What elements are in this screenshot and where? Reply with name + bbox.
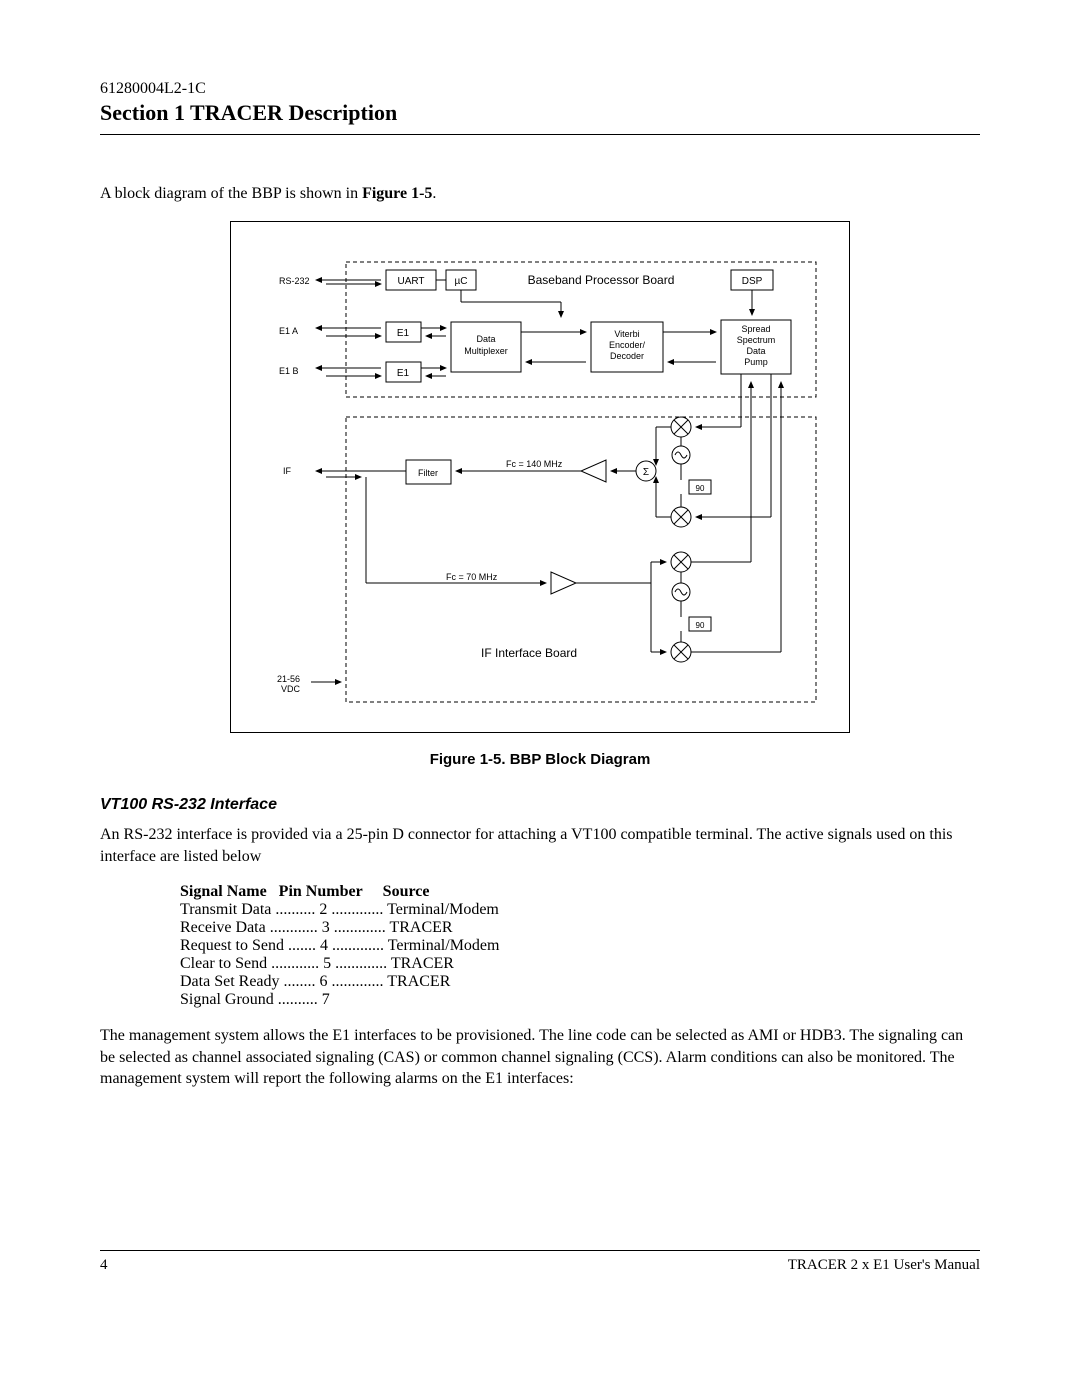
sigma-label: Σ <box>643 467 649 478</box>
viterbi-1: Viterbi <box>614 329 639 339</box>
spread-1: Spread <box>741 324 770 334</box>
signal-source: Terminal/Modem <box>387 901 499 918</box>
figure-caption: Figure 1-5. BBP Block Diagram <box>100 751 980 768</box>
section-title: Section 1 TRACER Description <box>100 100 980 126</box>
table-row: Transmit Data .......... 2 .............… <box>180 901 980 919</box>
mixer-icon-4 <box>671 642 691 662</box>
table-row: Signal Ground .......... 7 <box>180 991 980 1009</box>
header-rule <box>100 134 980 135</box>
mgmt-para: The management system allows the E1 inte… <box>100 1025 980 1090</box>
signal-name: Signal Ground <box>180 991 274 1008</box>
fc140-label: Fc = 140 MHz <box>506 459 563 469</box>
signal-name: Data Set Ready <box>180 973 280 990</box>
signal-name: Receive Data <box>180 919 266 936</box>
manual-name: TRACER 2 x E1 User's Manual <box>788 1257 980 1274</box>
spread-2: Spectrum <box>737 335 776 345</box>
if-board-label: IF Interface Board <box>481 646 577 660</box>
filter-label: Filter <box>418 468 438 478</box>
signal-name: Request to Send <box>180 937 284 954</box>
vt100-para: An RS-232 interface is provided via a 25… <box>100 824 980 867</box>
spread-3: Data <box>746 346 765 356</box>
e1a-label: E1 A <box>279 326 298 336</box>
vt100-heading: VT100 RS-232 Interface <box>100 796 980 814</box>
spread-4: Pump <box>744 357 768 367</box>
signal-pin: 7 <box>322 991 330 1008</box>
page-number: 4 <box>100 1257 108 1274</box>
signal-pin: 5 <box>323 955 331 972</box>
signal-source: TRACER <box>387 973 450 990</box>
mixer-icon <box>671 417 691 437</box>
if-label: IF <box>283 466 292 476</box>
table-row: Clear to Send ............ 5 ...........… <box>180 955 980 973</box>
signal-source: TRACER <box>391 955 454 972</box>
signal-pin: 3 <box>322 919 330 936</box>
fc70-label: Fc = 70 MHz <box>446 572 498 582</box>
signal-source: TRACER <box>389 919 452 936</box>
table-row: Data Set Ready ........ 6 ............. … <box>180 973 980 991</box>
intro-suffix: . <box>432 185 436 202</box>
signal-pin: 2 <box>319 901 327 918</box>
figure-ref: Figure 1-5 <box>362 185 432 202</box>
e1-box-a: E1 <box>397 328 410 339</box>
e1-box-b: E1 <box>397 368 410 379</box>
signal-source: Terminal/Modem <box>388 937 500 954</box>
uc-label: µC <box>455 276 468 287</box>
uart-label: UART <box>397 276 424 287</box>
viterbi-3: Decoder <box>610 351 644 361</box>
dsp-label: DSP <box>742 276 763 287</box>
footer: 4 TRACER 2 x E1 User's Manual <box>100 1250 980 1274</box>
ninety-1: 90 <box>696 484 705 493</box>
signal-table-header: Signal Name Pin Number Source <box>180 883 980 901</box>
signal-name: Clear to Send <box>180 955 267 972</box>
doc-number: 61280004L2-1C <box>100 80 980 98</box>
intro-line: A block diagram of the BBP is shown in F… <box>100 185 980 203</box>
data-mux-1: Data <box>476 334 495 344</box>
signal-name: Transmit Data <box>180 901 271 918</box>
mixer-icon-3 <box>671 552 691 572</box>
intro-prefix: A block diagram of the BBP is shown in <box>100 185 362 202</box>
signal-pin: 4 <box>320 937 328 954</box>
table-row: Receive Data ............ 3 ............… <box>180 919 980 937</box>
vdc-label-2: VDC <box>281 684 301 694</box>
bbp-title: Baseband Processor Board <box>528 273 675 287</box>
col-source: Source <box>383 883 430 900</box>
table-row: Request to Send ....... 4 ............. … <box>180 937 980 955</box>
data-mux-2: Multiplexer <box>464 346 508 356</box>
bbp-block-diagram: UART µC Baseband Processor Board DSP RS-… <box>251 242 831 722</box>
col-pin-number: Pin Number <box>279 883 363 900</box>
vdc-label-1: 21-56 <box>277 674 300 684</box>
ninety-2: 90 <box>696 621 705 630</box>
col-signal-name: Signal Name <box>180 883 267 900</box>
mixer-icon-2 <box>671 507 691 527</box>
viterbi-2: Encoder/ <box>609 340 646 350</box>
signal-table: Signal Name Pin Number Source Transmit D… <box>180 883 980 1009</box>
signal-pin: 6 <box>320 973 328 990</box>
figure-box: UART µC Baseband Processor Board DSP RS-… <box>230 221 850 733</box>
rs232-label: RS-232 <box>279 276 310 286</box>
e1b-label: E1 B <box>279 366 299 376</box>
